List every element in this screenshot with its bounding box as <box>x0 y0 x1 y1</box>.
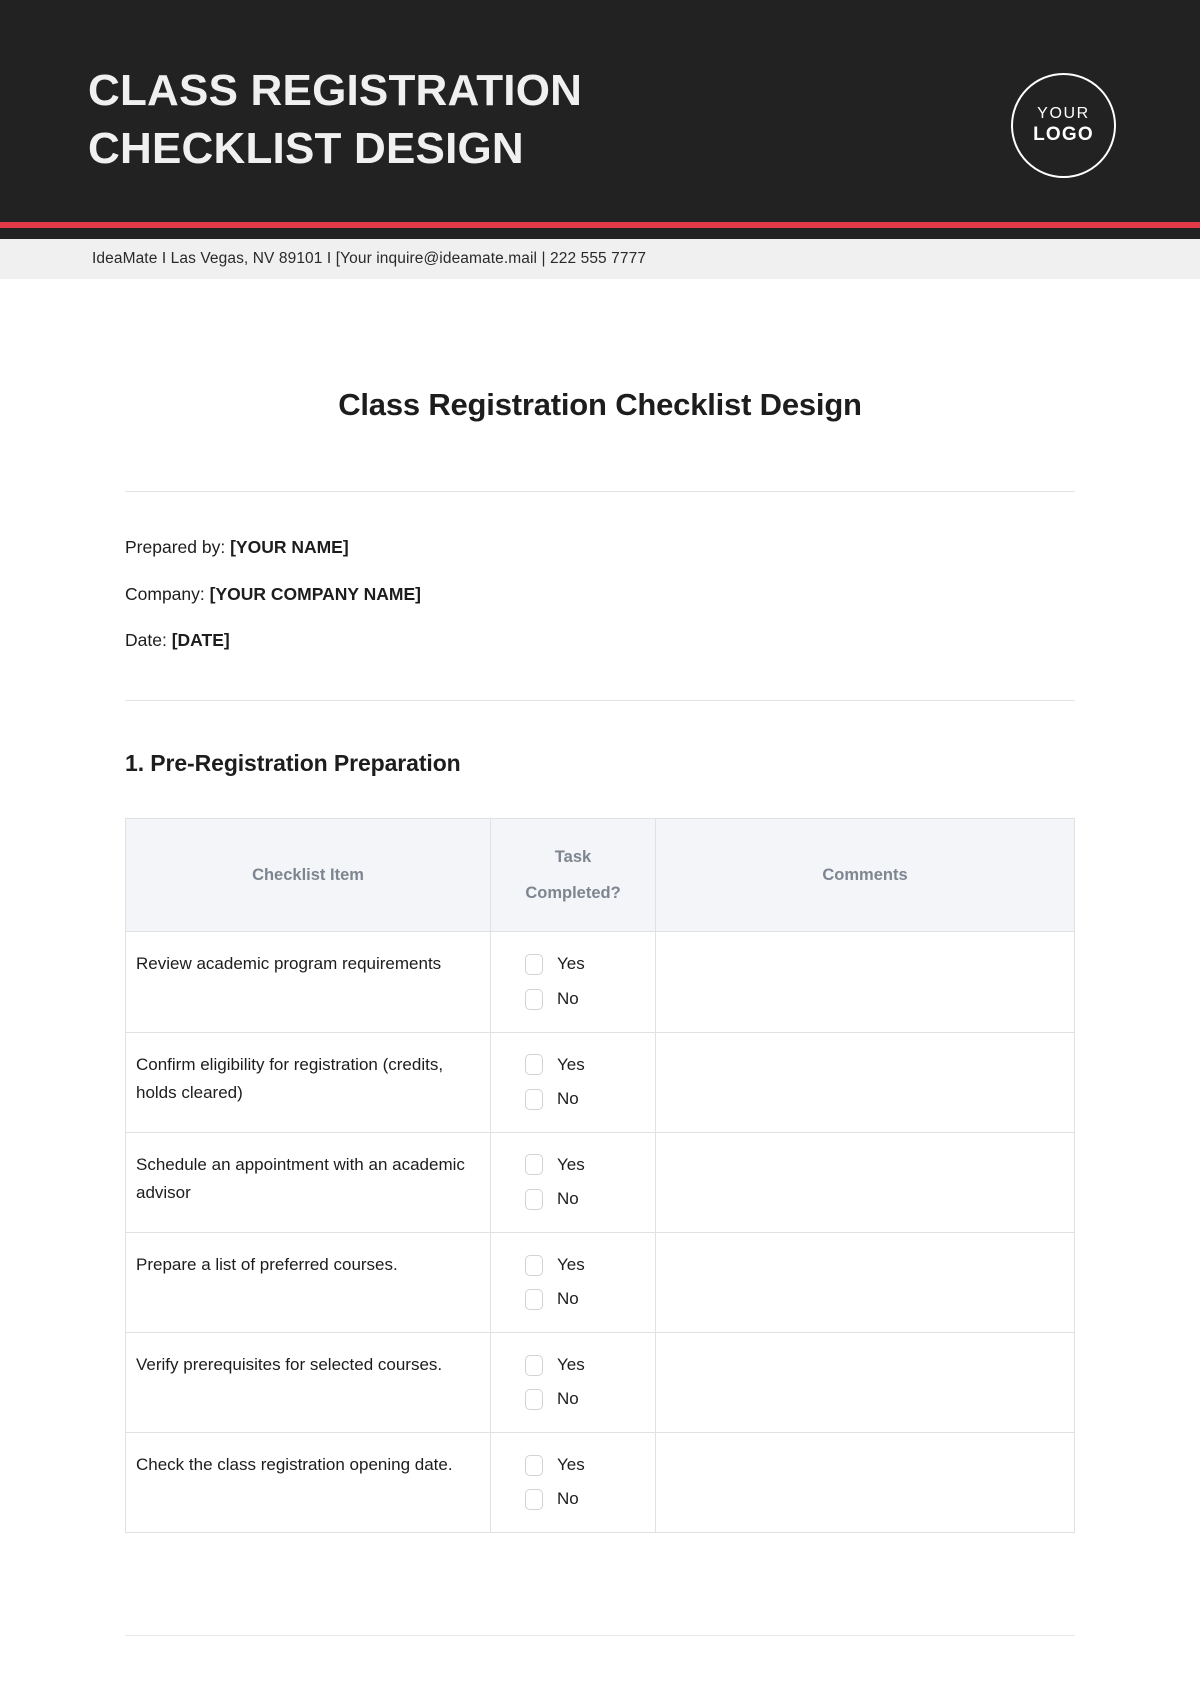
date-label: Date: <box>125 630 167 651</box>
table-row: Verify prerequisites for selected course… <box>125 1331 1075 1433</box>
date-line: Date: [DATE] <box>125 629 1075 653</box>
checkbox-label: No <box>557 989 579 1009</box>
checkbox-option-yes[interactable]: Yes <box>491 950 655 979</box>
checkbox-icon[interactable] <box>525 954 543 976</box>
checkbox-icon[interactable] <box>525 1088 543 1110</box>
table-row: Confirm eligibility for registration (cr… <box>125 1031 1075 1133</box>
dark-rule <box>0 228 1200 239</box>
checkbox-icon[interactable] <box>525 1389 543 1411</box>
task-completed-cell: Yes No <box>490 1031 656 1133</box>
comments-cell[interactable] <box>655 1431 1075 1534</box>
comments-cell[interactable] <box>655 1231 1075 1333</box>
checkbox-option-yes[interactable]: Yes <box>491 1351 655 1380</box>
checkbox-label: Yes <box>557 1154 585 1174</box>
comments-cell[interactable] <box>655 931 1075 1033</box>
company-line: Company: [YOUR COMPANY NAME] <box>125 583 1075 607</box>
column-header-task-line1: Task <box>554 847 592 866</box>
task-completed-cell: Yes No <box>490 931 656 1033</box>
checkbox-label: Yes <box>557 1054 585 1074</box>
checkbox-option-no[interactable]: No <box>491 985 655 1014</box>
checkbox-option-no[interactable]: No <box>491 1385 655 1414</box>
section-heading: 1. Pre-Registration Preparation <box>125 749 461 776</box>
company-label: Company: <box>125 583 205 604</box>
date-value[interactable]: [DATE] <box>172 630 230 650</box>
prepared-by-label: Prepared by: <box>125 537 226 557</box>
checkbox-label: Yes <box>557 954 585 974</box>
checkbox-icon[interactable] <box>525 988 543 1010</box>
checkbox-icon[interactable] <box>525 1154 543 1176</box>
checkbox-option-no[interactable]: No <box>491 1285 655 1314</box>
checkbox-option-yes[interactable]: Yes <box>491 1251 655 1280</box>
task-completed-cell: Yes No <box>490 1431 656 1534</box>
comments-cell[interactable] <box>655 1331 1075 1433</box>
table-row: Check the class registration opening dat… <box>125 1431 1075 1534</box>
checkbox-option-no[interactable]: No <box>491 1185 655 1214</box>
header-title: CLASS REGISTRATION CHECKLIST DESIGN <box>88 65 583 173</box>
table-row: Prepare a list of preferred courses. Yes N… <box>125 1231 1075 1333</box>
logo-text-your: YOUR <box>1037 105 1090 123</box>
task-completed-cell: Yes No <box>490 1331 656 1433</box>
checkbox-label: Yes <box>557 1454 585 1474</box>
checkbox-label: Yes <box>557 1254 585 1274</box>
checkbox-option-no[interactable]: No <box>491 1085 655 1114</box>
company-value[interactable]: [YOUR COMPANY NAME] <box>210 584 421 604</box>
table-row: Schedule an appointment with an academic… <box>125 1131 1075 1233</box>
checkbox-icon[interactable] <box>525 1054 543 1076</box>
checkbox-option-yes[interactable]: Yes <box>491 1051 655 1080</box>
table-head: Checklist Item Task Completed? Comments <box>125 817 1075 933</box>
page-header: CLASS REGISTRATION CHECKLIST DESIGN YOUR… <box>0 0 1200 222</box>
prepared-by-line: Prepared by: [YOUR NAME] <box>125 536 1075 560</box>
table-row: Review academic program requirements Yes N… <box>125 931 1075 1033</box>
logo-text-logo: LOGO <box>1033 123 1094 145</box>
checkbox-option-yes[interactable]: Yes <box>491 1151 655 1180</box>
checklist-item-cell: Confirm eligibility for registration (cr… <box>125 1031 491 1133</box>
column-header-task-completed: Task Completed? <box>490 817 656 933</box>
checkbox-label: No <box>557 1389 579 1409</box>
checklist-item-cell: Prepare a list of preferred courses. <box>125 1231 491 1333</box>
section-bottom-divider <box>125 1635 1075 1637</box>
checkbox-icon[interactable] <box>525 1254 543 1276</box>
prepared-by-value[interactable]: [YOUR NAME] <box>230 537 349 557</box>
logo-placeholder: YOUR LOGO <box>1011 73 1116 178</box>
contact-info: IdeaMate I Las Vegas, NV 89101 I [Your i… <box>92 250 647 267</box>
checklist-table: Checklist Item Task Completed? Comments … <box>125 817 1075 1534</box>
checklist-item-cell: Review academic program requirements <box>125 931 491 1033</box>
checklist-item-cell: Verify prerequisites for selected course… <box>125 1331 491 1433</box>
checkbox-option-yes[interactable]: Yes <box>491 1451 655 1480</box>
table-body: Review academic program requirements Yes N… <box>125 931 1075 1534</box>
column-header-comments: Comments <box>655 817 1075 933</box>
checklist-item-cell: Check the class registration opening dat… <box>125 1431 491 1534</box>
checkbox-label: No <box>557 1089 579 1109</box>
table-header-row: Checklist Item Task Completed? Comments <box>125 817 1075 933</box>
checkbox-label: No <box>557 1489 579 1509</box>
comments-cell[interactable] <box>655 1131 1075 1233</box>
checkbox-icon[interactable] <box>525 1354 543 1376</box>
task-completed-cell: Yes No <box>490 1231 656 1333</box>
document-meta: Prepared by: [YOUR NAME] Company: [YOUR … <box>125 492 1075 653</box>
comments-cell[interactable] <box>655 1031 1075 1133</box>
checkbox-label: No <box>557 1289 579 1309</box>
contact-bar: IdeaMate I Las Vegas, NV 89101 I [Your i… <box>0 239 1200 279</box>
column-header-task-line2: Completed? <box>525 884 621 903</box>
document-body: Class Registration Checklist Design Prep… <box>0 279 1200 1637</box>
checkbox-label: No <box>557 1189 579 1209</box>
checkbox-label: Yes <box>557 1354 585 1374</box>
document-title: Class Registration Checklist Design <box>338 387 862 422</box>
checkbox-icon[interactable] <box>525 1489 543 1511</box>
checklist-item-cell: Schedule an appointment with an academic… <box>125 1131 491 1233</box>
checkbox-icon[interactable] <box>525 1454 543 1476</box>
task-completed-cell: Yes No <box>490 1131 656 1233</box>
checkbox-option-no[interactable]: No <box>491 1485 655 1514</box>
checkbox-icon[interactable] <box>525 1289 543 1311</box>
checkbox-icon[interactable] <box>525 1188 543 1210</box>
column-header-checklist-item: Checklist Item <box>125 817 491 933</box>
